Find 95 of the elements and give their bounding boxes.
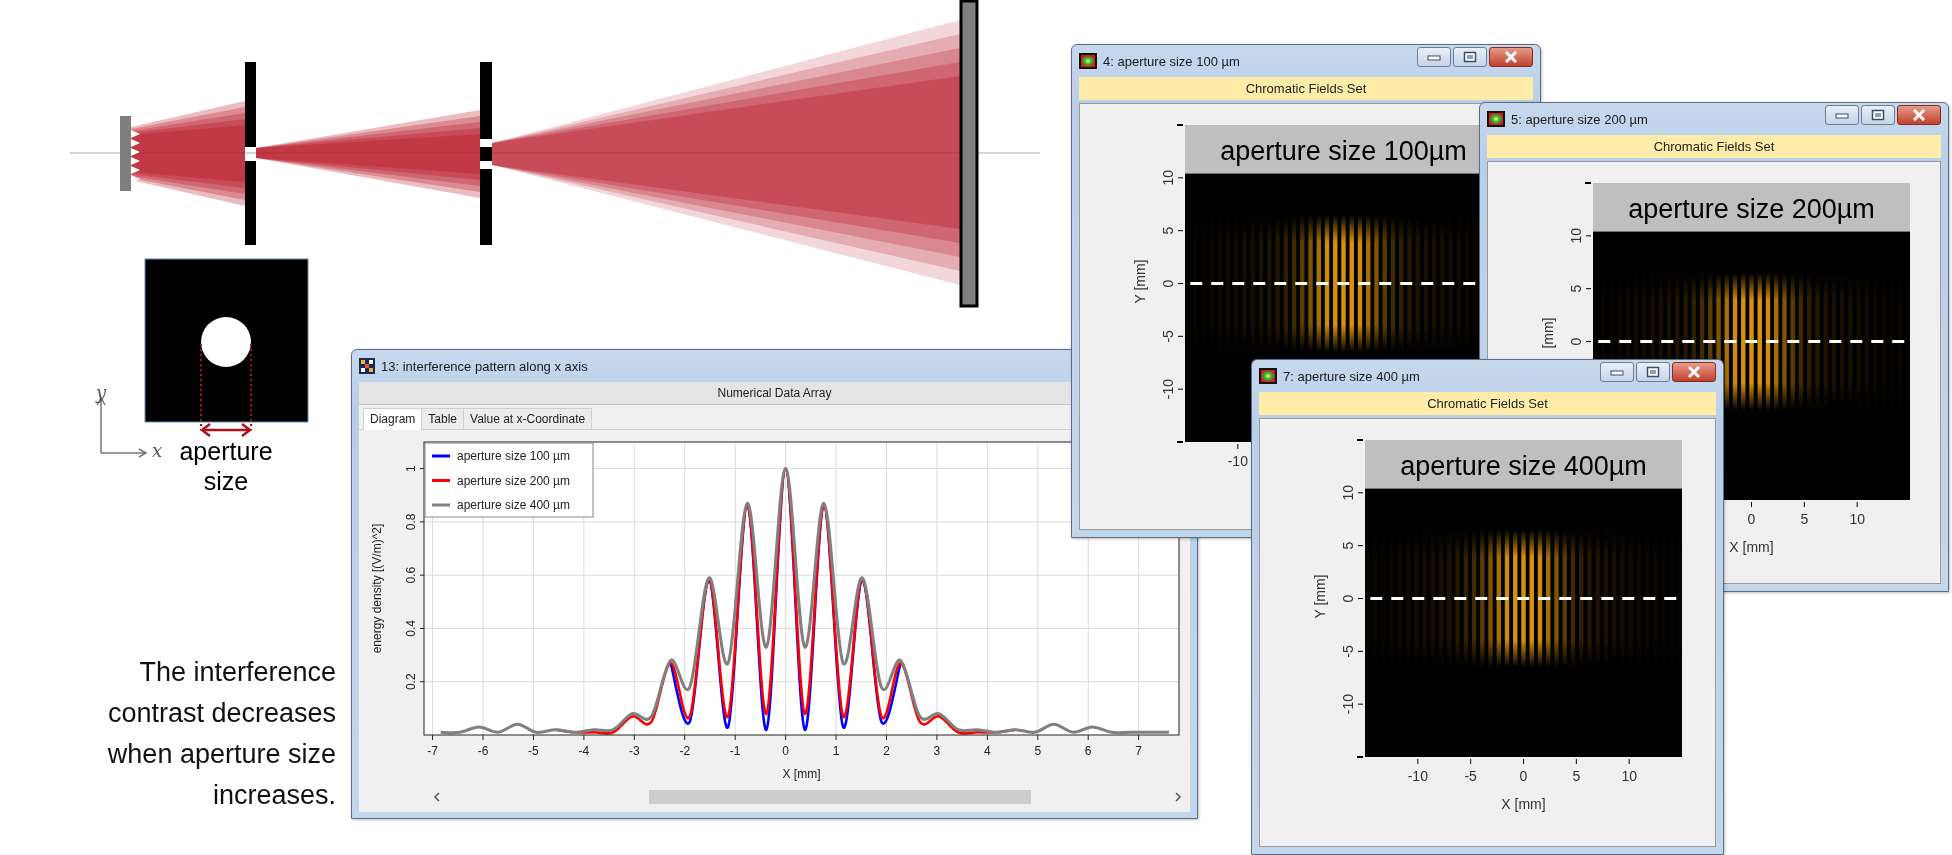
- left-chevron-icon: [433, 792, 441, 802]
- tab[interactable]: Table: [421, 408, 465, 429]
- minimize-button[interactable]: [1825, 105, 1859, 125]
- tick-label: 0: [1340, 594, 1356, 603]
- tick-label: 2: [883, 744, 890, 758]
- grid-icon: [359, 358, 375, 374]
- maximize-button[interactable]: [1453, 47, 1487, 67]
- tick-label: -10: [1340, 694, 1356, 715]
- x-axis-ticks: [1237, 443, 1239, 450]
- minimize-button[interactable]: [1417, 47, 1451, 67]
- tick-label: 0.6: [404, 566, 418, 584]
- legend-label: aperture size 100 µm: [457, 449, 570, 463]
- scrollbar-thumb[interactable]: [648, 790, 1031, 804]
- legend-label: aperture size 200 µm: [457, 473, 570, 488]
- tick-label: -5: [528, 744, 539, 758]
- tick-label: 0: [1747, 511, 1756, 527]
- maximize-icon: [1463, 51, 1477, 63]
- gradient-square-icon: [1079, 53, 1097, 69]
- tick-label: 0: [1519, 768, 1528, 784]
- tick-label: 1: [832, 744, 840, 758]
- tick-label: -1: [729, 744, 741, 758]
- tick-label: 10: [1340, 485, 1356, 501]
- window-title: 5: aperture size 200 µm: [1511, 111, 1649, 127]
- window-title: 13: interference pattern along x axis: [381, 358, 589, 374]
- tick-label: 3: [933, 744, 941, 758]
- tab[interactable]: Diagram: [363, 408, 423, 430]
- tick-label: 5: [1572, 768, 1581, 784]
- gradient-square-icon: [1259, 368, 1277, 384]
- maximize-icon: [1871, 109, 1885, 121]
- close-button[interactable]: [1672, 362, 1716, 382]
- tick-label: 5: [1034, 744, 1042, 758]
- tick-label: -6: [477, 744, 489, 758]
- axis-title: X [mm]: [782, 767, 821, 781]
- minimize-button[interactable]: [1600, 362, 1634, 382]
- tick-label: 10: [1849, 511, 1865, 527]
- minimize-icon: [1427, 53, 1441, 61]
- panel-header: Chromatic Fields Set: [1487, 135, 1941, 158]
- close-button[interactable]: [1897, 105, 1941, 125]
- close-icon: [1912, 109, 1926, 121]
- panel-header: Chromatic Fields Set: [1079, 77, 1533, 100]
- close-button[interactable]: [1489, 47, 1533, 67]
- right-chevron-icon: [1174, 792, 1182, 802]
- minimize-icon: [1835, 111, 1849, 119]
- axis-title: energy density [(V/m)^2]: [370, 523, 384, 654]
- tick-label: 6: [1084, 744, 1092, 758]
- tick-label: 7: [1135, 744, 1142, 758]
- close-icon: [1687, 366, 1701, 378]
- tick-label: 5: [1160, 226, 1176, 235]
- tick-label: 10: [1160, 170, 1176, 186]
- tick-label: 0.2: [404, 673, 418, 691]
- axis-title: [mm]: [1540, 317, 1556, 349]
- maximize-button[interactable]: [1636, 362, 1670, 382]
- gradient-square-icon: [1487, 111, 1505, 127]
- tick-label: -5: [1340, 645, 1356, 658]
- plot-heading: aperture size 200µm: [1628, 194, 1875, 224]
- panel-header: Chromatic Fields Set: [1259, 392, 1716, 415]
- axis-title: X [mm]: [1729, 539, 1774, 555]
- tick-label: 10: [1621, 768, 1637, 784]
- tick-label: -10: [1407, 768, 1428, 784]
- axis-title: X [mm]: [1501, 796, 1546, 812]
- tick-label: -2: [679, 744, 691, 758]
- tick-label: -3: [628, 744, 640, 758]
- tick-label: -4: [578, 744, 590, 758]
- caption-text: The interference contrast decreases when aperture size increases.: [106, 656, 336, 812]
- axis-title: Y [mm]: [1312, 574, 1328, 619]
- plot-heading: aperture size 100µm: [1220, 136, 1467, 166]
- window-title: 4: aperture size 100 µm: [1103, 53, 1241, 69]
- window-title: 7: aperture size 400 µm: [1283, 368, 1421, 384]
- tick-label: 10: [1568, 228, 1584, 244]
- plot-heading: aperture size 400µm: [1400, 451, 1647, 481]
- tick-label: -5: [1464, 768, 1477, 784]
- axis-label: x: [152, 440, 163, 461]
- maximize-button[interactable]: [1861, 105, 1895, 125]
- tick-label: 0: [1160, 279, 1176, 288]
- minimize-icon: [1610, 368, 1624, 376]
- tick-label: 0: [782, 744, 789, 758]
- tick-label: -5: [1160, 330, 1176, 343]
- tick-label: 0: [1568, 337, 1584, 346]
- aperture-label: aperture size: [178, 436, 274, 496]
- tick-label: 5: [1340, 541, 1356, 550]
- close-icon: [1504, 51, 1518, 63]
- tick-label: 0.4: [404, 620, 418, 637]
- maximize-icon: [1646, 366, 1660, 378]
- tick-label: 0.8: [404, 513, 418, 531]
- tick-label: 4: [984, 744, 991, 758]
- tick-label: -7: [427, 744, 438, 758]
- tick-label: -10: [1227, 453, 1248, 469]
- tick-label: 5: [1800, 511, 1809, 527]
- tick-label: 1: [404, 465, 418, 472]
- tick-label: 5: [1568, 284, 1584, 293]
- tab[interactable]: Value at x-Coordinate: [463, 408, 593, 429]
- tick-label: -10: [1160, 379, 1176, 400]
- axis-title: Y [mm]: [1132, 259, 1148, 304]
- axis-label: y: [96, 382, 107, 403]
- legend-label: aperture size 400 µm: [457, 498, 570, 512]
